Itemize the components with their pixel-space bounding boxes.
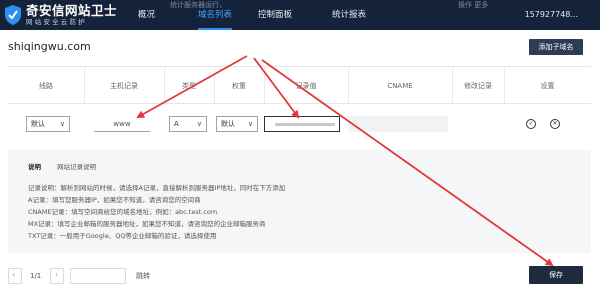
page-jump-button[interactable]: 跳转 xyxy=(136,268,150,284)
nav-overview[interactable]: 概况 xyxy=(138,0,155,30)
add-subdomain-button[interactable]: 添加子域名 xyxy=(529,39,583,55)
logo-subtitle: 网站安全云防护 xyxy=(26,18,87,26)
help-line: 记录说明：解析到网站的时候，请选择A记录，直接解析到服务器IP地址，同时在下方添… xyxy=(28,184,286,192)
th-weight: 权重 xyxy=(232,82,246,90)
chevron-left-icon: ‹ xyxy=(12,270,16,279)
th-settings: 设置 xyxy=(540,82,555,90)
th-line: 线路 xyxy=(39,82,53,90)
th-cname: CNAME xyxy=(387,82,413,90)
help-line: CNAME记录：填写空间商给您的域名地址，例如：abc.test.com xyxy=(28,208,218,216)
record-value-input[interactable] xyxy=(264,116,340,132)
nav-reports[interactable]: 统计报表 xyxy=(332,0,366,30)
nav-control-panel[interactable]: 控制面板 xyxy=(258,0,292,30)
help-line: A记录：填写您服务器IP，如果您不知道，请咨询您的空间商 xyxy=(28,196,201,204)
cname-field xyxy=(348,116,448,132)
host-input[interactable]: www xyxy=(94,116,150,132)
nav-domain-list[interactable]: 域名列表 xyxy=(198,0,233,30)
record-edit-row: 默认 ∨ www A ∨ 默认 ∨ ✓ ✕ xyxy=(8,108,591,142)
line-select-value: 默认 xyxy=(31,120,45,128)
app-window: 奇安信网站卫士 网站安全云防护 统计服务器运行， 操作 更多 概况 域名列表 控… xyxy=(0,0,600,292)
line-select[interactable]: 默认 ∨ xyxy=(26,116,70,132)
records-table-header: 线路 主机记录 类型 权重 记录值 CNAME 修改记录 设置 xyxy=(8,66,591,105)
th-host: 主机记录 xyxy=(110,82,138,90)
user-account[interactable]: 157927748... xyxy=(525,0,578,30)
help-tabs: 说明 网站记录说明 xyxy=(28,161,110,171)
help-line: MX记录：填写企业邮箱的服务器地址，如果您不知道，请咨询您的企业邮箱服务商 xyxy=(28,220,266,228)
help-tab-record-notes[interactable]: 网站记录说明 xyxy=(57,163,96,171)
th-value: 记录值 xyxy=(295,82,317,90)
close-icon[interactable]: ✕ xyxy=(550,119,560,129)
top-notice-right: 操作 更多 xyxy=(458,1,489,9)
page-jump-input[interactable] xyxy=(70,268,126,284)
logo-title: 奇安信网站卫士 xyxy=(26,2,118,18)
th-type: 类型 xyxy=(182,82,196,90)
page-indicator: 1/1 xyxy=(30,272,42,280)
next-page-button[interactable]: › xyxy=(50,268,64,284)
logo[interactable]: 奇安信网站卫士 网站安全云防护 xyxy=(4,2,117,28)
top-nav-bar: 奇安信网站卫士 网站安全云防护 统计服务器运行， 操作 更多 概况 域名列表 控… xyxy=(0,0,600,30)
weight-select[interactable]: 默认 ∨ xyxy=(216,116,258,132)
type-select-value: A xyxy=(174,120,179,128)
th-modify: 修改记录 xyxy=(464,82,492,90)
shield-icon xyxy=(5,5,21,25)
help-panel: 说明 网站记录说明 记录说明：解析到网站的时候，请选择A记录，直接解析到服务器I… xyxy=(8,150,591,253)
help-line: TXT记录：一般用于Google、QQ等企业邮箱的验证，请选择使用 xyxy=(28,232,217,240)
chevron-down-icon: ∨ xyxy=(196,120,202,128)
confirm-icon[interactable]: ✓ xyxy=(526,119,536,129)
help-tab-notes[interactable]: 说明 xyxy=(28,163,41,171)
redacted-value xyxy=(275,123,335,126)
chevron-right-icon: › xyxy=(55,270,59,279)
domain-name: shiqingwu.com xyxy=(8,40,91,53)
chevron-down-icon: ∨ xyxy=(247,120,253,128)
prev-page-button[interactable]: ‹ xyxy=(8,268,22,284)
weight-select-value: 默认 xyxy=(221,120,235,128)
chevron-down-icon: ∨ xyxy=(59,120,65,128)
save-button[interactable]: 保存 xyxy=(529,266,583,284)
type-select[interactable]: A ∨ xyxy=(169,116,207,132)
